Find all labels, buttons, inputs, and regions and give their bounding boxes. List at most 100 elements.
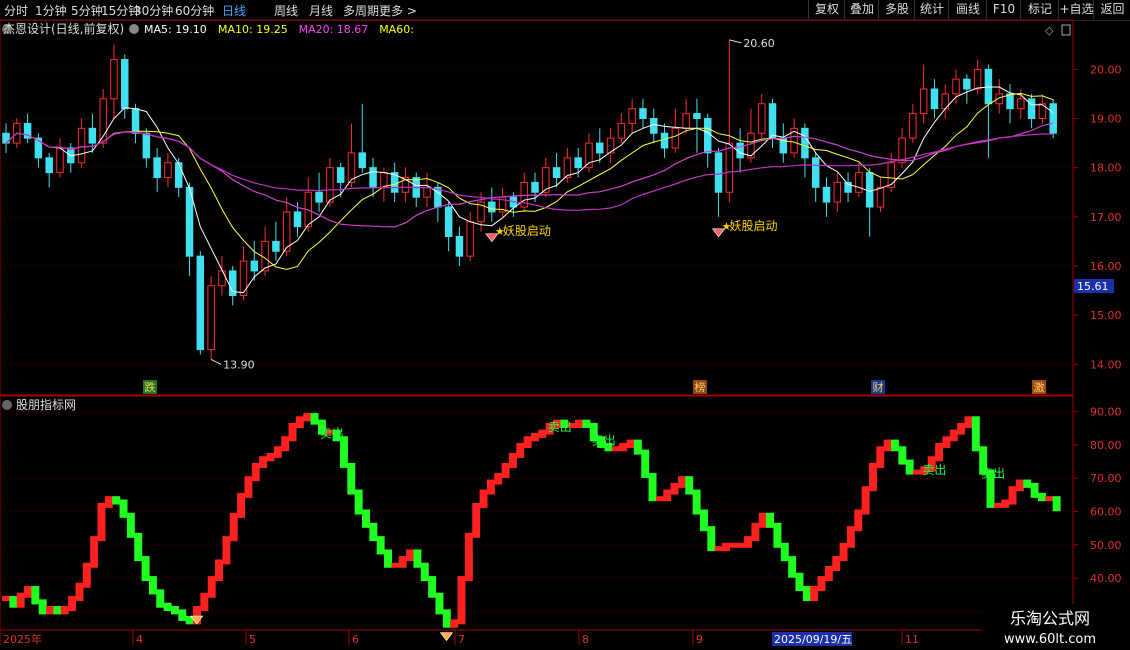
settings-icon: [129, 24, 139, 34]
indicator-step: [38, 599, 47, 615]
ma10-line: [5, 92, 1054, 270]
indicator-step: [817, 576, 826, 592]
time-label: 7: [458, 633, 465, 646]
indicator-step: [281, 436, 290, 452]
ma-legend-0: MA5: 19.10: [144, 23, 207, 36]
indicator-step: [134, 532, 143, 562]
candle-body: [552, 167, 561, 179]
indicator-step: [46, 606, 55, 615]
indicator-step: [9, 596, 18, 608]
candle-body: [725, 142, 734, 193]
indicator-step: [751, 522, 760, 542]
candle-body: [272, 240, 280, 252]
candle-body: [77, 127, 86, 164]
indicator-step: [1037, 492, 1046, 502]
indicator-step: [273, 446, 282, 458]
indicator-step: [663, 489, 672, 502]
ma60-line: [5, 131, 1054, 211]
indicator-step: [398, 556, 407, 568]
chart-area[interactable]: 20.00 19.00 18.00 17.00 16.00 15.00 14.00 15.61…: [0, 0, 1130, 650]
indicator-step: [1023, 479, 1032, 488]
indicator-step: [251, 462, 260, 482]
indicator-step: [163, 602, 172, 612]
indicator-step: [714, 546, 723, 552]
indicator-step: [883, 439, 892, 452]
indicator-tick-label: 40.00: [1090, 572, 1122, 585]
candle-body: [757, 103, 766, 134]
indicator-step: [949, 429, 958, 442]
candle-body: [336, 167, 345, 183]
indicator-step: [97, 502, 106, 542]
candle-body: [865, 172, 874, 208]
indicator-step: [60, 606, 69, 615]
indicator-step: [53, 606, 62, 615]
indicator-step: [215, 559, 224, 582]
indicator-step: [619, 442, 628, 452]
candle-body: [628, 108, 636, 124]
indicator-step: [795, 572, 804, 592]
indicator-step: [861, 486, 870, 515]
candle-body: [585, 142, 593, 169]
indicator-step: [457, 576, 466, 625]
main-panel-frame: [0, 19, 1074, 396]
price-tick-label: 19.00: [1090, 113, 1122, 126]
indicator-step: [479, 489, 488, 508]
indicator-step: [516, 442, 525, 458]
candle-body: [973, 68, 982, 90]
indicator-tick-label: 60.00: [1090, 506, 1122, 519]
indicator-step: [24, 586, 32, 598]
low-price-label: 13.90: [223, 358, 255, 371]
indicator-step: [692, 489, 701, 515]
indicator-step: [16, 592, 25, 608]
indicator-step: [442, 609, 451, 628]
indicator-step: [104, 496, 113, 508]
buy-gem-icon: [439, 632, 454, 642]
candle-body: [660, 132, 669, 149]
indicator-step: [802, 586, 811, 602]
candle-body: [703, 118, 712, 154]
indicator-step: [766, 512, 775, 528]
indicator-step: [259, 456, 268, 468]
indicator-step: [854, 509, 863, 532]
indicator-step: [435, 592, 444, 615]
indicator-collapse-icon: [2, 400, 12, 410]
indicator-step: [369, 522, 378, 542]
indicator-step: [641, 449, 650, 478]
candle-body: [164, 162, 172, 178]
diamond-icon: ◇: [1045, 24, 1054, 37]
candle-body: [369, 167, 377, 188]
indicator-step: [295, 416, 304, 428]
indicator-step: [648, 472, 657, 502]
candle-body: [811, 157, 820, 188]
time-label: 2025年: [3, 632, 42, 646]
indicator-step: [376, 536, 385, 555]
time-label: 8: [582, 633, 589, 646]
candle-body: [380, 172, 388, 188]
indicator-step: [575, 419, 584, 428]
indicator-step: [1052, 496, 1061, 512]
indicator-step: [729, 542, 738, 548]
candle-body: [218, 270, 226, 287]
indicator-step: [200, 592, 209, 612]
candle-body: [596, 142, 604, 154]
high-price-label: 20.60: [743, 37, 775, 50]
event-mark-label: 激: [1034, 380, 1045, 394]
candle-body: [650, 118, 658, 134]
candle-body: [822, 186, 831, 203]
indicator-step: [266, 452, 275, 462]
indicator-step: [2, 596, 10, 602]
indicator-step: [744, 536, 753, 548]
indicator-step: [722, 542, 730, 552]
indicator-step: [362, 509, 370, 528]
candle-body: [45, 157, 53, 174]
candle-body: [326, 167, 334, 203]
indicator-step: [942, 436, 951, 448]
current-price-label: 15.61: [1077, 280, 1109, 293]
candle-body: [239, 260, 248, 297]
candle-body: [531, 181, 539, 193]
price-tick-label: 14.00: [1090, 358, 1122, 371]
indicator-step: [508, 452, 517, 468]
candle-body: [887, 162, 896, 188]
cursor-date-label: 2025/09/19/五: [774, 633, 852, 646]
candle-body: [207, 285, 215, 351]
